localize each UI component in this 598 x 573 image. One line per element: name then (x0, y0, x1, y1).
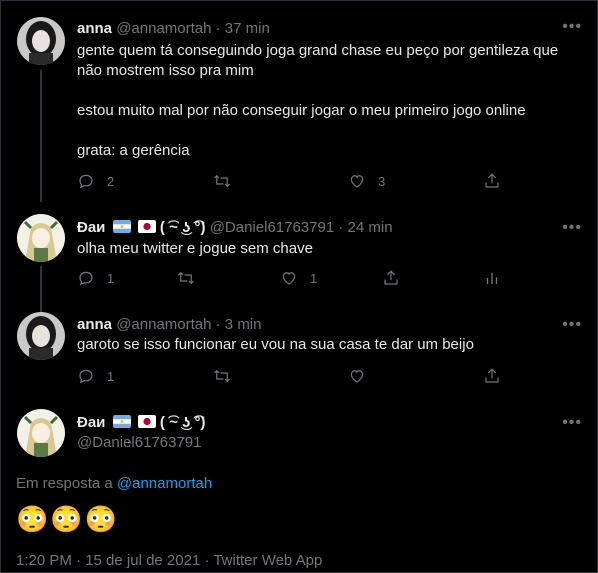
user-handle[interactable]: @annamortah (116, 20, 211, 37)
like-icon (350, 370, 364, 383)
reply-count: 1 (107, 270, 115, 286)
like-button[interactable]: 3 (348, 172, 385, 190)
user-handle[interactable]: @Daniel61763791 (210, 219, 335, 236)
reply-mention-link[interactable]: @annamortah (117, 475, 212, 492)
analytics-button[interactable] (483, 269, 501, 287)
user-handle[interactable]: @Daniel61763791 (77, 434, 202, 452)
retweet-icon (214, 369, 230, 383)
tweet-header: Đаи ( ͡~ ͜ʖ ͡°) (77, 414, 206, 432)
share-icon (485, 368, 499, 383)
display-name[interactable]: anna (77, 316, 112, 333)
like-icon (350, 175, 364, 188)
like-button[interactable]: 1 (280, 269, 317, 287)
retweet-icon (214, 174, 230, 188)
avatar[interactable] (17, 17, 65, 65)
reply-icon (79, 369, 93, 384)
analytics-icon (486, 272, 498, 284)
argentina-flag-icon (112, 220, 131, 233)
avatar[interactable] (17, 312, 65, 360)
share-icon (485, 173, 499, 188)
share-icon (384, 270, 398, 285)
tweet-text: gente quem tá conseguindo joga grand cha… (77, 42, 559, 159)
tweet-text: olha meu twitter e jogue sem chave (77, 240, 313, 257)
more-dots-icon[interactable]: ••• (562, 19, 582, 35)
tweet-header: anna @annamortah · 37 min (77, 20, 270, 38)
name-emoticon: ( ͡~ ͜ʖ ͡°) (159, 219, 206, 236)
tweet-header: Đаи ( ͡~ ͜ʖ ͡°) @Daniel61763791 · 24 min (77, 219, 393, 237)
tweet[interactable]: Đаи ( ͡~ ͜ʖ ͡°) @Daniel61763791 · 24 min… (0, 205, 598, 302)
japan-flag-icon (137, 415, 156, 428)
avatar[interactable] (17, 409, 65, 457)
like-icon (282, 272, 296, 285)
share-button[interactable] (483, 367, 501, 385)
retweet-button[interactable] (213, 172, 231, 190)
tweet-timestamp-footer[interactable]: 1:20 PM · 15 de jul de 2021 · Twitter We… (16, 552, 322, 569)
reply-count: 2 (107, 173, 115, 189)
share-button[interactable] (483, 172, 501, 190)
tweet-actions: 1 (77, 367, 507, 387)
reply-count: 1 (107, 368, 115, 384)
more-dots-icon[interactable]: ••• (562, 220, 582, 236)
retweet-icon (178, 271, 194, 285)
name-emoticon: ( ͡~ ͜ʖ ͡°) (159, 414, 206, 431)
tweet-text: 😳😳😳 (16, 504, 120, 534)
share-button[interactable] (382, 269, 400, 287)
timestamp[interactable]: · 24 min (338, 219, 392, 236)
reply-icon (79, 271, 93, 286)
tweet-header: anna @annamortah · 3 min (77, 316, 261, 334)
timestamp[interactable]: · 3 min (216, 316, 262, 333)
reply-button[interactable]: 1 (77, 367, 114, 385)
reply-button[interactable]: 1 (77, 269, 114, 287)
tweet-actions: 1 1 (77, 269, 507, 289)
more-dots-icon[interactable]: ••• (562, 415, 582, 431)
more-dots-icon[interactable]: ••• (562, 317, 582, 333)
reply-prefix: Em resposta a (16, 475, 113, 492)
tweet-text: garoto se isso funcionar eu vou na sua c… (77, 336, 474, 353)
argentina-flag-icon (112, 415, 131, 428)
reply-context: Em resposta a @annamortah (16, 475, 212, 492)
tweet-actions: 2 3 (77, 172, 507, 192)
display-name[interactable]: Đаи (77, 219, 105, 236)
timestamp[interactable]: · 37 min (216, 20, 270, 37)
reply-button[interactable]: 2 (77, 172, 114, 190)
reply-icon (79, 174, 93, 189)
tweet[interactable]: anna @annamortah · 3 min ••• garoto se i… (0, 302, 598, 398)
like-count: 3 (378, 173, 386, 189)
tweet[interactable]: anna @annamortah · 37 min ••• gente quem… (0, 0, 598, 205)
avatar[interactable] (17, 214, 65, 262)
like-button[interactable] (348, 367, 366, 385)
display-name[interactable]: anna (77, 20, 112, 37)
retweet-button[interactable] (177, 269, 195, 287)
display-name[interactable]: Đаи (77, 414, 105, 431)
user-handle[interactable]: @annamortah (116, 316, 211, 333)
japan-flag-icon (137, 220, 156, 233)
like-count: 1 (310, 270, 318, 286)
retweet-button[interactable] (213, 367, 231, 385)
